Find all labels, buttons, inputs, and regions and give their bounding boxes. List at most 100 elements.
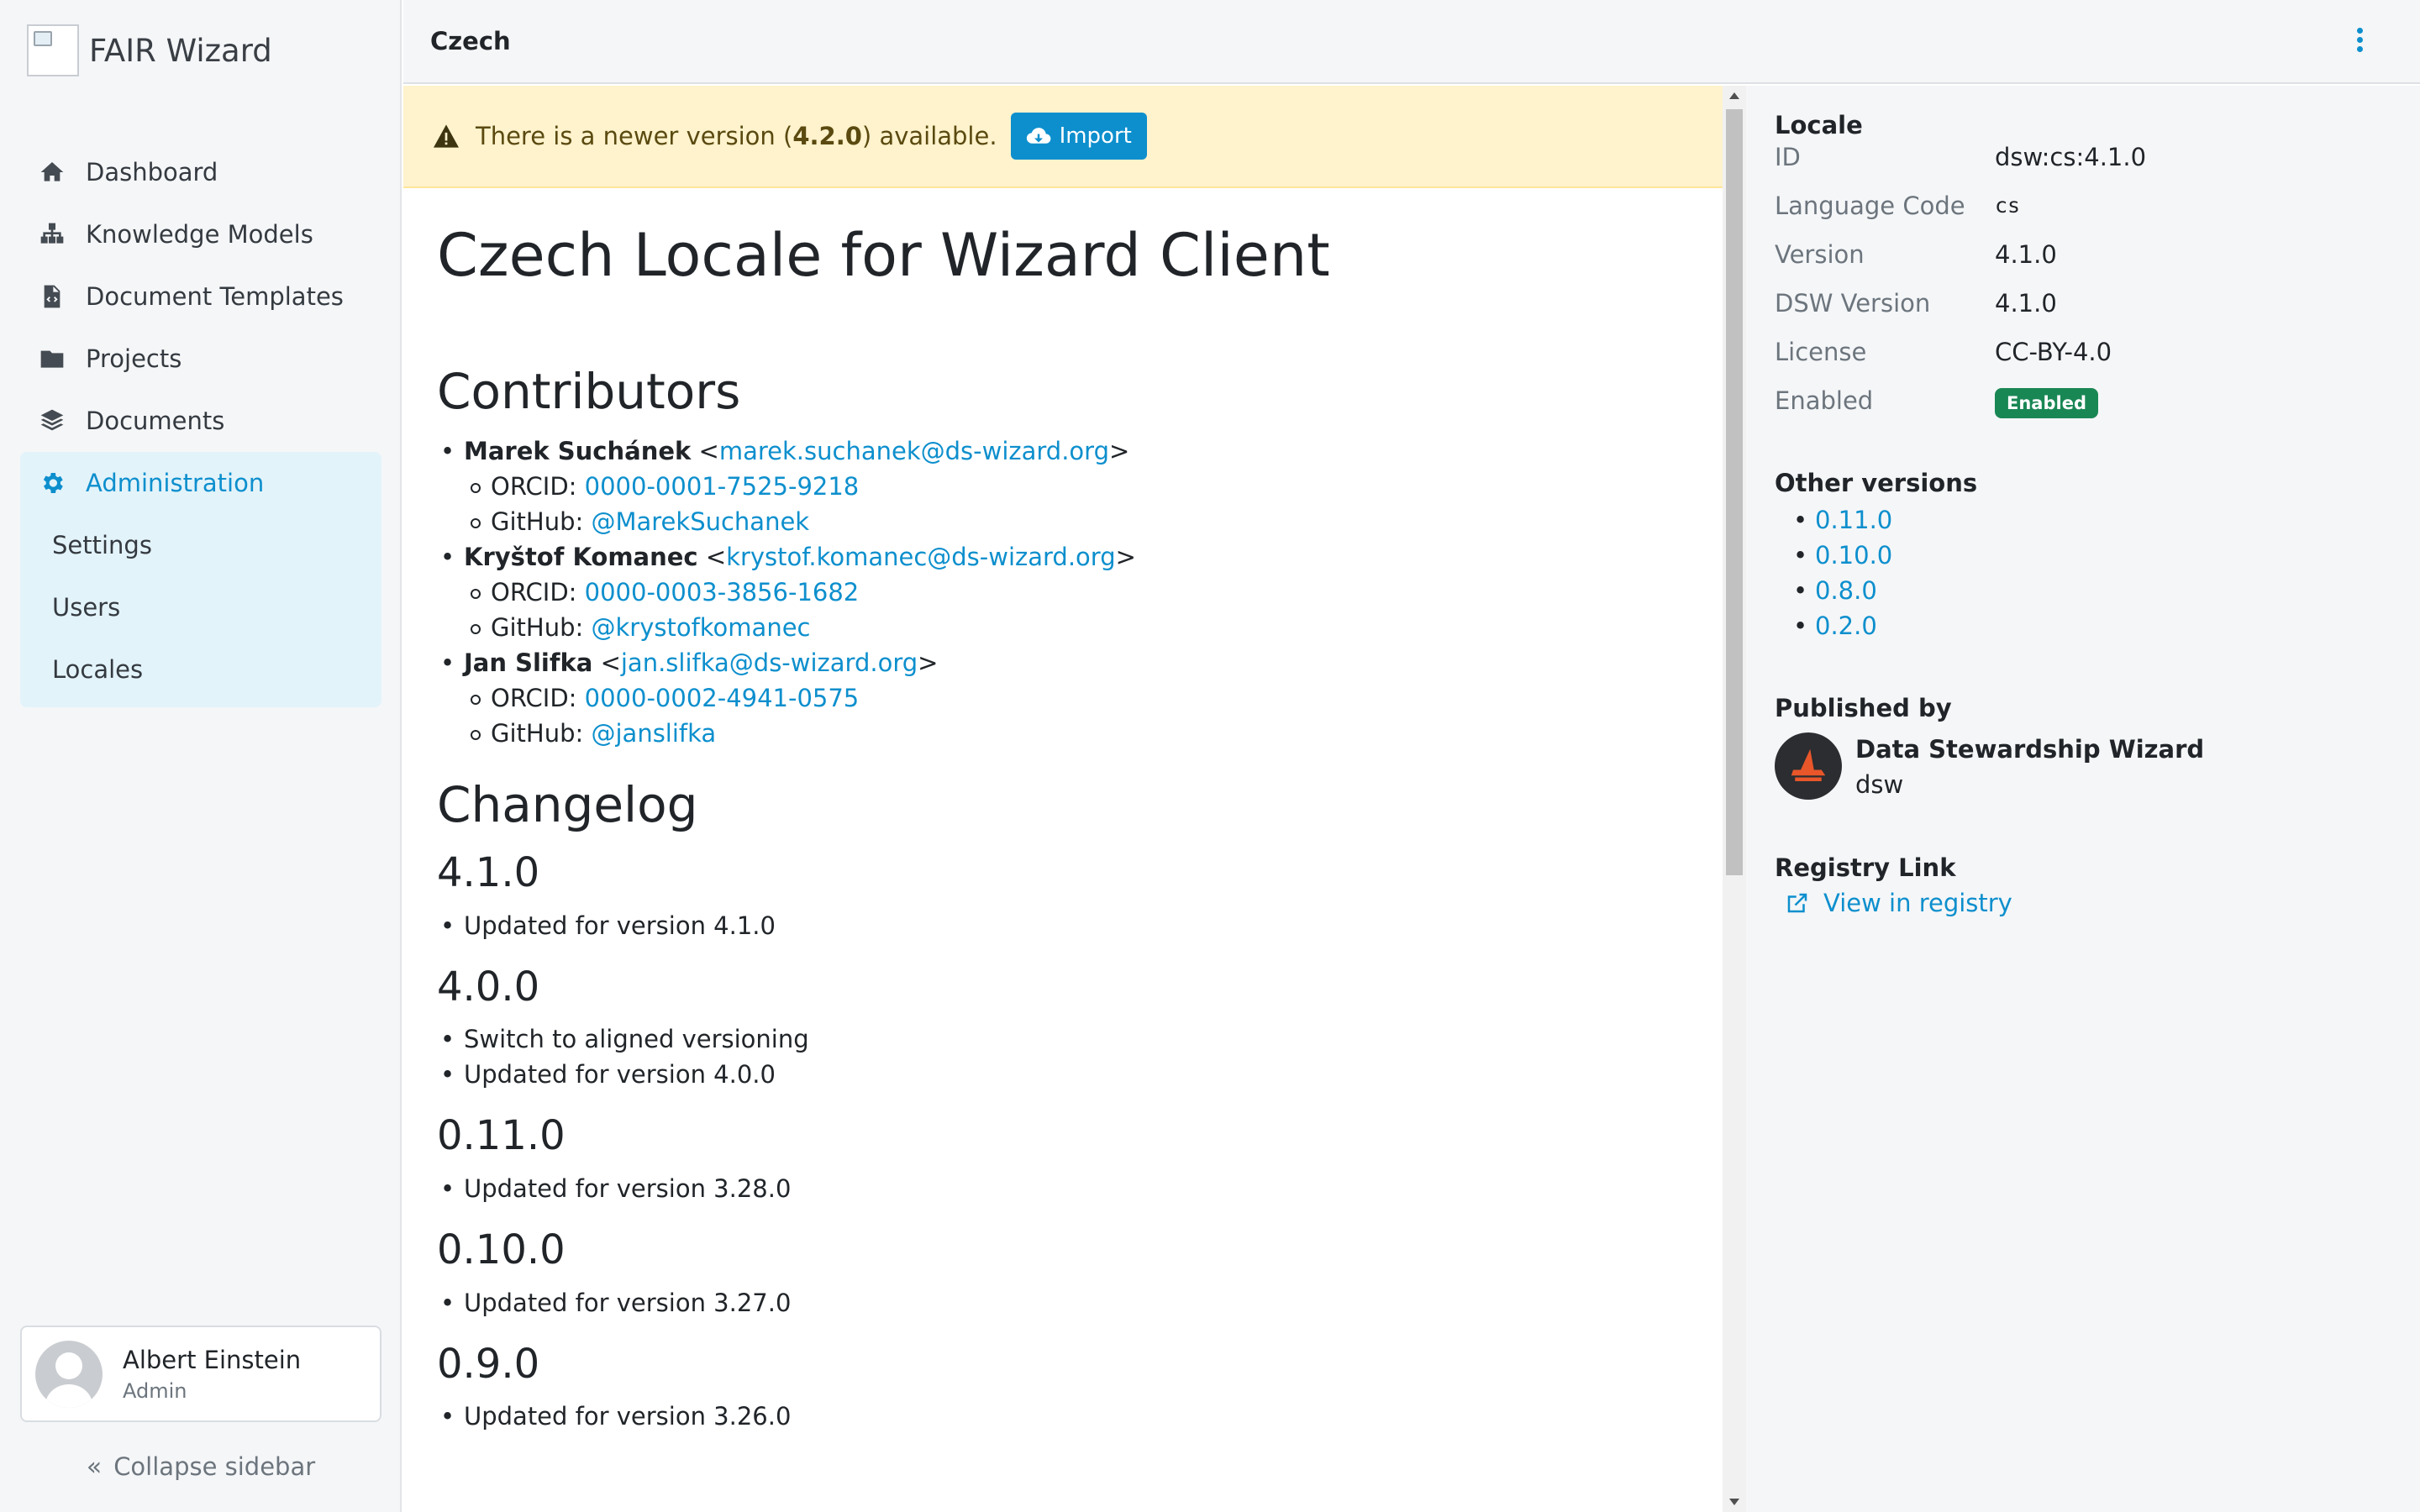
logo-image xyxy=(27,24,79,76)
sidebar-subitem-users[interactable]: Users xyxy=(20,576,381,638)
more-options-icon[interactable] xyxy=(2354,25,2365,59)
contributor-email-link[interactable]: jan.slifka@ds-wizard.org xyxy=(621,648,918,677)
user-profile-card[interactable]: Albert Einstein Admin xyxy=(20,1326,381,1422)
changelog-note: Updated for version 3.27.0 xyxy=(437,1285,1689,1320)
changelog-entry: 0.11.0 Updated for version 3.28.0 xyxy=(437,1112,1689,1206)
published-by-section: Published by Data Stewardship Wizard dsw xyxy=(1775,694,2420,803)
contributor-email-link[interactable]: krystof.komanec@ds-wizard.org xyxy=(726,543,1115,571)
external-link-icon xyxy=(1787,893,1807,913)
sidebar-item-documents[interactable]: Documents xyxy=(20,390,381,452)
sidebar-item-knowledge-models[interactable]: Knowledge Models xyxy=(20,203,381,265)
publisher-id: dsw xyxy=(1855,770,1904,799)
sidebar-subitem-locales[interactable]: Locales xyxy=(20,638,381,701)
sidebar-item-dashboard[interactable]: Dashboard xyxy=(20,141,381,203)
sidebar-item-label: Administration xyxy=(86,469,265,497)
contributors-heading: Contributors xyxy=(437,363,741,420)
profile-name: Albert Einstein xyxy=(123,1345,302,1374)
publisher-text: Data Stewardship Wizard dsw xyxy=(1855,732,2204,803)
main-scrollbar[interactable] xyxy=(1723,86,1746,1512)
field-value: CC-BY-4.0 xyxy=(1995,338,2112,366)
contributor-github: GitHub: @janslifka xyxy=(437,716,1689,751)
field-dsw-version: DSW Version 4.1.0 xyxy=(1775,286,2420,321)
changelog-heading: Changelog xyxy=(437,775,698,833)
other-versions-heading: Other versions xyxy=(1775,469,1978,497)
field-language-code: Language Code cs xyxy=(1775,188,2420,223)
sidebar-subitem-settings[interactable]: Settings xyxy=(20,514,381,576)
field-license: License CC-BY-4.0 xyxy=(1775,334,2420,370)
app-name: FAIR Wizard xyxy=(89,32,272,69)
changelog-note: Updated for version 3.26.0 xyxy=(437,1399,1689,1434)
import-button[interactable]: Import xyxy=(1010,113,1147,160)
orcid-label: ORCID: xyxy=(491,577,577,606)
file-code-icon xyxy=(37,281,67,312)
github-label: GitHub: xyxy=(491,718,584,748)
detail-panel: Locale ID dsw:cs:4.1.0 Language Code cs … xyxy=(1746,86,2420,1512)
field-label: DSW Version xyxy=(1775,289,1931,318)
changelog-note: Updated for version 4.1.0 xyxy=(437,908,1689,943)
github-link[interactable]: @krystofkomanec xyxy=(591,613,810,642)
orcid-link[interactable]: 0000-0002-4941-0575 xyxy=(585,684,860,712)
scroll-up-arrow-icon[interactable] xyxy=(1729,92,1739,99)
view-in-registry-link[interactable]: View in registry xyxy=(1775,889,2420,917)
contributor: Marek Suchánek <marek.suchanek@ds-wizard… xyxy=(437,433,1689,469)
publisher-logo xyxy=(1775,732,1842,800)
github-link[interactable]: @MarekSuchanek xyxy=(591,507,809,536)
contributor-email-link[interactable]: marek.suchanek@ds-wizard.org xyxy=(719,437,1109,465)
status-badge: Enabled xyxy=(1995,388,2098,418)
github-label: GitHub: xyxy=(491,612,584,642)
version-link[interactable]: 0.2.0 xyxy=(1815,612,1877,640)
sidebar-item-label: Projects xyxy=(86,344,182,373)
home-icon xyxy=(37,157,67,187)
orcid-link[interactable]: 0000-0001-7525-9218 xyxy=(585,472,860,501)
page-header: Czech xyxy=(403,0,2420,84)
sidebar-item-projects[interactable]: Projects xyxy=(20,328,381,390)
double-chevron-left-icon: « xyxy=(86,1452,103,1482)
changelog-entry: 0.10.0 Updated for version 3.27.0 xyxy=(437,1226,1689,1320)
version-link[interactable]: 0.11.0 xyxy=(1815,506,1892,534)
changelog-entry: 4.0.0 Switch to aligned versioning Updat… xyxy=(437,963,1689,1093)
contributor-github: GitHub: @MarekSuchanek xyxy=(437,504,1689,539)
import-button-label: Import xyxy=(1059,123,1132,149)
field-enabled: Enabled Enabled xyxy=(1775,383,2420,418)
sidebar-item-label: Dashboard xyxy=(86,158,218,186)
changelog-notes: Updated for version 3.26.0 xyxy=(437,1399,1689,1434)
changelog-notes: Switch to aligned versioning Updated for… xyxy=(437,1021,1689,1092)
sidebar-item-administration[interactable]: Administration xyxy=(20,452,381,514)
scroll-down-arrow-icon[interactable] xyxy=(1729,1499,1739,1505)
field-label: License xyxy=(1775,338,1867,366)
publisher: Data Stewardship Wizard dsw xyxy=(1775,732,2420,803)
sidebar-item-document-templates[interactable]: Document Templates xyxy=(20,265,381,328)
changelog-note: Updated for version 4.0.0 xyxy=(437,1057,1689,1092)
sitemap-icon xyxy=(37,219,67,249)
warning-icon xyxy=(434,124,459,148)
profile-role: Admin xyxy=(123,1378,187,1403)
changelog-version: 4.1.0 xyxy=(437,849,540,897)
avatar xyxy=(35,1340,103,1408)
readme-title: Czech Locale for Wizard Client xyxy=(437,221,1330,290)
brand[interactable]: FAIR Wizard xyxy=(27,24,272,76)
gt: > xyxy=(918,648,939,677)
changelog-notes: Updated for version 4.1.0 xyxy=(437,908,1689,943)
field-version: Version 4.1.0 xyxy=(1775,237,2420,272)
changelog-notes: Updated for version 3.27.0 xyxy=(437,1285,1689,1320)
view-in-registry-label: View in registry xyxy=(1823,889,2012,917)
contributor-github: GitHub: @krystofkomanec xyxy=(437,610,1689,645)
contributors-list: Marek Suchánek <marek.suchanek@ds-wizard… xyxy=(437,433,1689,751)
collapse-sidebar-button[interactable]: « Collapse sidebar xyxy=(0,1443,402,1490)
field-label: Version xyxy=(1775,240,1865,269)
alert-suffix: ) available. xyxy=(861,122,997,150)
registry-section: Registry Link View in registry xyxy=(1775,853,2420,917)
github-link[interactable]: @janslifka xyxy=(591,719,716,748)
field-label: Enabled xyxy=(1775,386,1874,415)
scrollbar-thumb[interactable] xyxy=(1726,109,1743,875)
sidebar-item-label: Document Templates xyxy=(86,282,344,311)
registry-heading: Registry Link xyxy=(1775,853,1956,882)
orcid-label: ORCID: xyxy=(491,471,577,501)
contributor-orcid: ORCID: 0000-0002-4941-0575 xyxy=(437,680,1689,716)
contributor-name: Marek Suchánek xyxy=(464,436,692,465)
field-label: ID xyxy=(1775,143,1801,171)
version-link[interactable]: 0.8.0 xyxy=(1815,576,1877,605)
field-label: Language Code xyxy=(1775,192,1965,220)
version-link[interactable]: 0.10.0 xyxy=(1815,541,1892,570)
orcid-link[interactable]: 0000-0003-3856-1682 xyxy=(585,578,860,606)
